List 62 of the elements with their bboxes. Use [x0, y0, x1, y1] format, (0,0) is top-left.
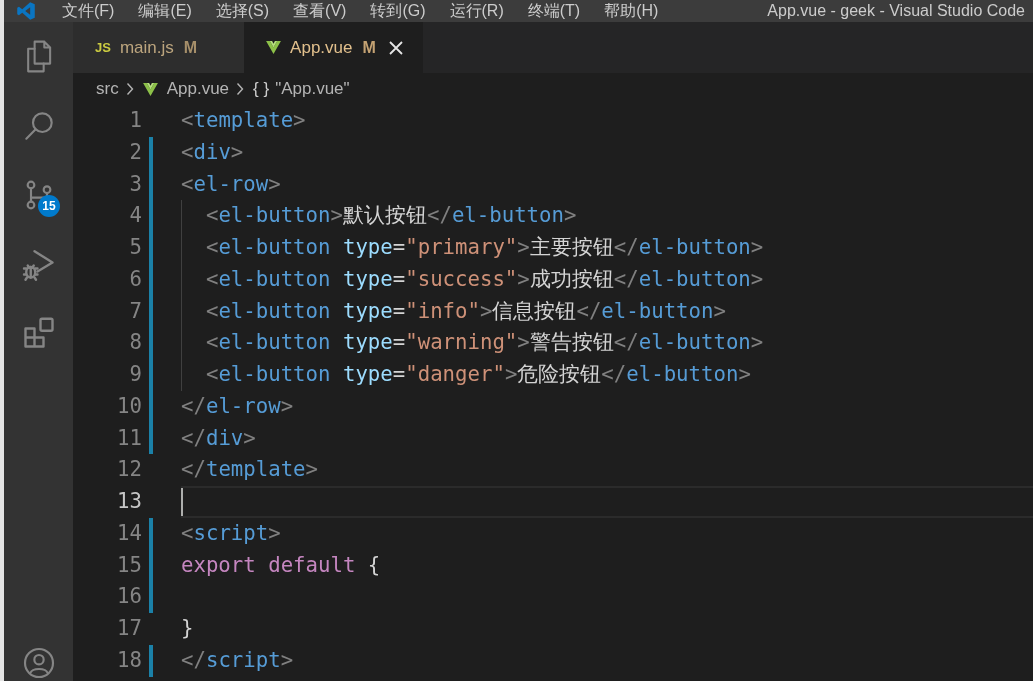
- notification-badge: 15: [38, 195, 60, 217]
- code-line: </div>: [181, 424, 256, 452]
- line-number: 5: [129, 234, 142, 261]
- line-number: 16: [117, 583, 142, 611]
- line-number: 3: [129, 170, 142, 198]
- code-line: <el-button type="danger">危险按钮</el-button>: [205, 361, 751, 388]
- menu-item[interactable]: 运行(R): [449, 1, 504, 21]
- git-status-letter: M: [183, 38, 198, 57]
- line-number: 2: [129, 138, 142, 166]
- code-line: <el-button type="primary">主要按钮</el-button>: [205, 234, 764, 261]
- menu-item[interactable]: 转到(G): [370, 1, 426, 21]
- line-number: 17: [117, 615, 142, 642]
- line-number: 15: [117, 551, 142, 579]
- line-number: 13: [117, 488, 142, 515]
- line-number: 7: [129, 297, 142, 325]
- line-number: 6: [129, 265, 142, 293]
- menu-item[interactable]: 帮助(H): [604, 1, 659, 21]
- editor-tab[interactable]: App.vue M: [244, 22, 423, 73]
- chevron-right-icon: [125, 82, 134, 96]
- breadcrumb-item[interactable]: src: [96, 79, 119, 99]
- menu-item[interactable]: 查看(V): [293, 1, 347, 21]
- breadcrumb-item[interactable]: App.vue: [142, 79, 230, 99]
- line-number: 8: [129, 329, 142, 357]
- line-number: 9: [129, 361, 142, 388]
- git-status-letter: M: [362, 38, 376, 57]
- line-number: 12: [117, 456, 142, 484]
- close-icon[interactable]: [388, 40, 403, 55]
- code-line: </script>: [181, 646, 294, 674]
- code-line: }: [181, 615, 194, 642]
- vue-icon: [142, 82, 158, 96]
- search-icon[interactable]: [22, 109, 55, 142]
- code-line: <el-button type="warning">警告按钮</el-button>: [205, 329, 764, 357]
- menu-item[interactable]: 选择(S): [215, 1, 270, 21]
- breadcrumb-item[interactable]: { } "App.vue": [253, 79, 350, 99]
- braces-icon: { }: [253, 79, 270, 99]
- code-line: </el-row>: [181, 392, 294, 420]
- line-number: 11: [117, 424, 142, 452]
- line-number: 14: [117, 519, 142, 547]
- code-line: </template>: [181, 456, 319, 484]
- line-number: 10: [117, 392, 142, 420]
- line-number: 1: [129, 107, 142, 134]
- editor-tab[interactable]: JS main.js M: [73, 22, 245, 73]
- line-number: 4: [129, 202, 142, 230]
- window-title: App.vue - geek - Visual Studio Code: [767, 1, 1026, 21]
- code-line: export default {: [181, 551, 381, 579]
- account-icon[interactable]: [22, 647, 55, 679]
- code-line: <script>: [181, 519, 281, 547]
- app-logo-icon: [16, 1, 36, 21]
- line-number: 18: [117, 646, 142, 674]
- vue-icon: [266, 41, 282, 54]
- js-icon: JS: [95, 40, 111, 55]
- menu-item[interactable]: 编辑(E): [138, 1, 192, 21]
- menu-item[interactable]: 文件(F): [62, 1, 115, 21]
- code-line: <el-row>: [181, 170, 281, 198]
- code-line: <template>: [181, 107, 306, 134]
- code-line: <el-button type="info">信息按钮</el-button>: [205, 297, 726, 325]
- menu-item[interactable]: 终端(T): [527, 1, 581, 21]
- text-cursor: [181, 488, 183, 516]
- code-line: <el-button>默认按钮</el-button>: [205, 202, 577, 230]
- code-line: <div>: [181, 138, 244, 166]
- code-line: <el-button type="success">成功按钮</el-button>: [205, 265, 764, 293]
- chevron-right-icon: [236, 82, 245, 96]
